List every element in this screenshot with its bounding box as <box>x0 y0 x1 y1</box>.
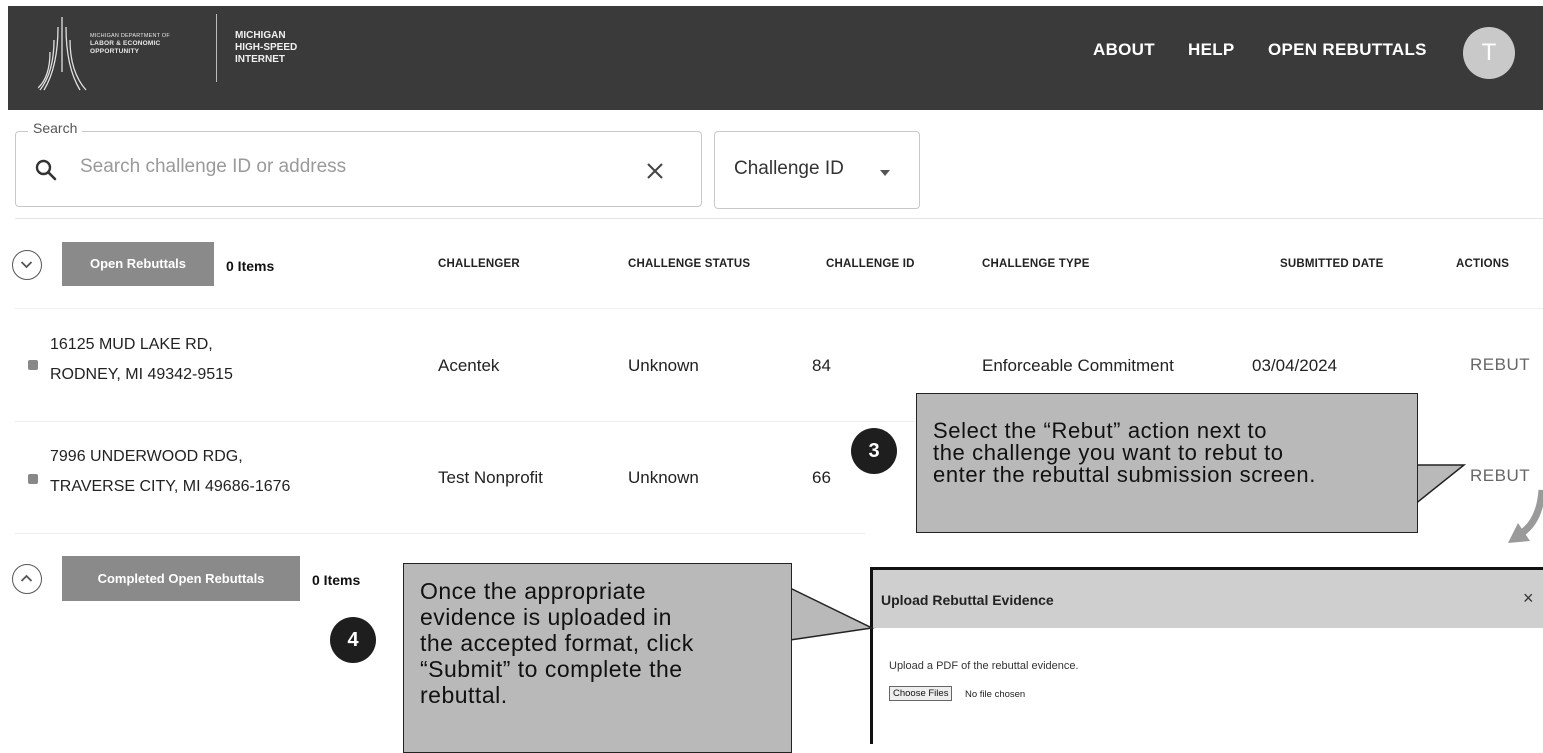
nav-open-rebuttals[interactable]: OPEN REBUTTALS <box>1268 40 1427 60</box>
program-line-2: HIGH-SPEED <box>235 42 298 53</box>
callout-4-line-5: rebuttal. <box>420 682 508 708</box>
collapse-open-rebuttals-button[interactable] <box>12 250 42 280</box>
chevron-down-icon <box>880 170 890 176</box>
divider <box>15 308 1543 309</box>
leo-logo-icon <box>38 17 87 91</box>
callout-3-line-3: enter the rebuttal submission screen. <box>933 462 1316 487</box>
row-challenge-id: 66 <box>812 468 831 487</box>
department-line-2: LABOR & ECONOMIC <box>90 40 161 47</box>
address-line-1: 7996 UNDERWOOD RDG, <box>50 448 243 465</box>
divider <box>15 533 865 534</box>
callout-4-line-2: evidence is uploaded in <box>420 604 672 630</box>
column-header-actions: ACTIONS <box>1456 258 1510 270</box>
divider <box>15 218 1543 219</box>
row-challenge-type: Enforceable Commitment <box>982 356 1174 375</box>
callout-4-line-1: Once the appropriate <box>420 578 647 604</box>
callout-4-line-4: “Submit” to complete the <box>420 656 683 682</box>
callout-3-line-1: Select the “Rebut” action next to <box>933 418 1268 443</box>
row-marker <box>28 474 38 484</box>
choose-files-button[interactable]: Choose Files <box>889 686 953 701</box>
step-3-badge: 3 <box>851 428 897 474</box>
row-status: Unknown <box>628 468 699 487</box>
completed-rebuttals-count: 0 Items <box>312 572 361 588</box>
expand-completed-rebuttals-button[interactable] <box>12 564 42 594</box>
column-header-challenger: CHALLENGER <box>438 258 520 270</box>
callout-4-line-3: the accepted format, click <box>420 630 694 656</box>
row-status: Unknown <box>628 356 699 375</box>
row-challenger: Acentek <box>438 356 500 375</box>
column-header-challenge-id: CHALLENGE ID <box>826 258 915 270</box>
program-name: MICHIGAN HIGH-SPEED INTERNET <box>235 30 297 66</box>
program-line-1: MICHIGAN <box>235 30 286 41</box>
rebut-button[interactable]: REBUT <box>1470 466 1530 486</box>
program-line-3: INTERNET <box>235 54 285 65</box>
row-address: 16125 MUD LAKE RD, RODNEY, MI 49342-9515 <box>50 330 233 390</box>
file-status: No file chosen <box>965 689 1026 700</box>
search-label: Search <box>28 120 83 136</box>
chevron-up-icon <box>20 574 33 582</box>
column-header-challenge-status: CHALLENGE STATUS <box>628 258 751 270</box>
modal-header: Upload Rebuttal Evidence × <box>873 570 1543 628</box>
callout-3-line-2: the challenge you want to rebut to <box>933 440 1284 465</box>
row-marker <box>28 360 38 370</box>
open-rebuttals-count: 0 Items <box>226 258 275 274</box>
row-submitted-date: 03/04/2024 <box>1252 356 1338 375</box>
modal-title: Upload Rebuttal Evidence <box>881 592 1054 608</box>
row-challenge-id: 84 <box>812 356 831 375</box>
department-line-1: MICHIGAN DEPARTMENT OF <box>90 33 170 39</box>
department-name: MICHIGAN DEPARTMENT OF LABOR & ECONOMIC … <box>90 32 170 56</box>
address-line-2: TRAVERSE CITY, MI 49686-1676 <box>50 478 291 495</box>
step-4-badge: 4 <box>330 617 376 663</box>
search-input[interactable] <box>78 155 602 179</box>
row-challenger: Test Nonprofit <box>438 468 543 487</box>
department-line-3: OPPORTUNITY <box>90 48 140 55</box>
nav-help[interactable]: HELP <box>1188 40 1235 60</box>
open-rebuttals-chip: Open Rebuttals <box>62 242 214 286</box>
search-icon <box>35 159 57 181</box>
search-filter-value: Challenge ID <box>734 158 844 179</box>
curved-arrow-icon <box>1508 489 1543 543</box>
clear-icon[interactable] <box>643 159 667 183</box>
modal-instruction: Upload a PDF of the rebuttal evidence. <box>889 660 1079 672</box>
callout-step-3: Select the “Rebut” action next to the ch… <box>916 393 1418 533</box>
column-header-challenge-type: CHALLENGE TYPE <box>982 258 1090 270</box>
completed-rebuttals-chip: Completed Open Rebuttals <box>62 556 300 601</box>
logo-divider <box>216 14 217 82</box>
user-avatar[interactable]: T <box>1463 27 1515 79</box>
chevron-down-icon <box>20 261 33 269</box>
nav-about[interactable]: ABOUT <box>1093 40 1155 60</box>
upload-rebuttal-modal: Upload Rebuttal Evidence × Upload a PDF … <box>870 567 1543 744</box>
address-line-2: RODNEY, MI 49342-9515 <box>50 366 233 383</box>
row-address: 7996 UNDERWOOD RDG, TRAVERSE CITY, MI 49… <box>50 442 290 502</box>
close-icon[interactable]: × <box>1523 588 1534 609</box>
address-line-1: 16125 MUD LAKE RD, <box>50 336 213 353</box>
callout-step-4: Once the appropriate evidence is uploade… <box>403 563 792 753</box>
divider <box>15 421 915 422</box>
column-header-submitted-date: SUBMITTED DATE <box>1280 258 1384 270</box>
rebut-button[interactable]: REBUT <box>1470 355 1530 375</box>
app-header: MICHIGAN DEPARTMENT OF LABOR & ECONOMIC … <box>8 6 1543 110</box>
